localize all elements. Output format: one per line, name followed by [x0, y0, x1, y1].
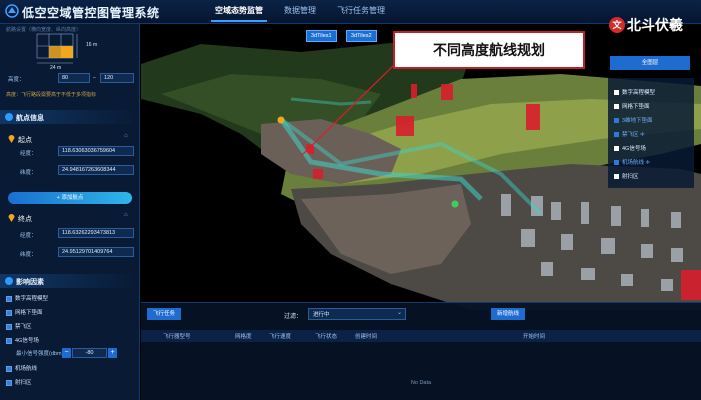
- factor-scan-checkbox[interactable]: 射扫区: [6, 378, 32, 386]
- start-lat-input[interactable]: 24.948167263608344: [58, 165, 134, 175]
- col-created: 创建时间: [355, 334, 378, 340]
- checkbox-icon: [614, 174, 619, 180]
- checkbox-icon: [614, 104, 619, 110]
- delete-start-icon[interactable]: ⌂: [124, 133, 128, 139]
- factor-section-header: 影响因素: [0, 274, 139, 288]
- end-point-label: 终点: [18, 216, 32, 223]
- checkbox-icon: [614, 160, 619, 166]
- checkbox-icon: [614, 132, 619, 138]
- checkbox-icon: [6, 309, 12, 316]
- checkbox-icon: [6, 323, 12, 330]
- signal-increment-button[interactable]: +: [108, 348, 117, 358]
- tab-flight-task-management[interactable]: 飞行任务管理: [337, 5, 385, 16]
- chevron-down-icon: ⌄: [396, 310, 402, 316]
- factor-dem-checkbox[interactable]: 数字高程模型: [6, 294, 48, 302]
- plus-icon[interactable]: ✛: [640, 132, 645, 138]
- start-point-label: 起点: [18, 137, 32, 144]
- signal-label: 最小信号强度(dbm)：: [16, 351, 69, 357]
- checkbox-icon: [614, 90, 619, 96]
- end-lat-label: 纬度：: [20, 252, 37, 258]
- top-bar: 低空空域管控图管理系统 空域态势监管 数据管理 飞行任务管理: [0, 0, 701, 24]
- view-3dtiles1-button[interactable]: 3dTiles1: [306, 30, 337, 42]
- altitude-min-input[interactable]: 80: [58, 73, 90, 83]
- altitude-warning: 高度：飞行路段需要高于不低于多项指标: [6, 92, 97, 98]
- factor-airport-checkbox[interactable]: 机场航线: [6, 364, 37, 372]
- factor-icon: [5, 277, 13, 285]
- col-status: 飞行状态: [315, 334, 338, 340]
- grid-diagram: [36, 33, 78, 64]
- add-waypoint-button[interactable]: + 添加航点: [8, 192, 132, 204]
- range-dash: –: [93, 75, 96, 81]
- tab-data-management[interactable]: 数据管理: [284, 5, 316, 16]
- layer-dem[interactable]: 数字高程模型: [614, 88, 655, 96]
- add-route-button[interactable]: 新增航线: [491, 308, 526, 320]
- waypoint-section-header: 航点信息: [0, 110, 139, 124]
- layer-airport[interactable]: 机场航线 ✛: [614, 158, 650, 166]
- app-logo-icon: [5, 4, 19, 18]
- checkbox-icon: [6, 379, 12, 386]
- col-start-time: 开始时间: [523, 334, 546, 340]
- col-grid: 网格度: [235, 334, 252, 340]
- left-panel: 航路设置（横向宽度、纵向高度） 16 m 24 m 高度： 80 – 120 高…: [0, 24, 140, 400]
- grid-width-label: 24 m: [50, 65, 62, 71]
- layer-grid[interactable]: 网格下垫面: [614, 102, 650, 110]
- factor-grid-checkbox[interactable]: 网格下垫面: [6, 308, 43, 316]
- waypoint-section-title: 航点信息: [16, 115, 44, 122]
- route-planning-annotation: 不同高度航线规划: [393, 31, 585, 69]
- layer-4g[interactable]: 4G信号场: [614, 144, 646, 152]
- end-lng-label: 经度：: [20, 233, 37, 239]
- delete-end-icon[interactable]: ⌂: [124, 212, 128, 218]
- col-aircraft-model: 飞行器型号: [163, 334, 191, 340]
- checkbox-icon: [614, 146, 619, 152]
- factor-section-title: 影响因素: [16, 279, 44, 286]
- start-pin-icon: [8, 135, 15, 143]
- status-filter-select[interactable]: 进行中 ⌄: [308, 308, 406, 320]
- start-lng-label: 经度：: [20, 151, 37, 157]
- col-speed: 飞行速度: [269, 334, 292, 340]
- factor-nofly-checkbox[interactable]: 禁飞区: [6, 322, 32, 330]
- checkbox-icon: [614, 118, 619, 124]
- signal-input[interactable]: -80: [72, 348, 107, 358]
- table-header: 飞行器型号 网格度 飞行速度 飞行状态 创建时间 开始时间: [141, 330, 701, 342]
- watermark-badge-icon: 文: [609, 17, 625, 33]
- end-pin-icon: [8, 214, 15, 222]
- layer-nofly[interactable]: 禁飞区 ✛: [614, 130, 645, 138]
- flight-task-panel: 飞行任务 过滤： 进行中 ⌄ 新增航线 飞行器型号 网格度 飞行速度 飞行状态 …: [141, 302, 701, 400]
- empty-state: No Data: [410, 380, 432, 386]
- all-layers-button[interactable]: 全图层: [610, 56, 690, 70]
- checkbox-icon: [6, 337, 12, 344]
- filter-label: 过滤：: [284, 314, 303, 320]
- signal-decrement-button[interactable]: −: [62, 348, 71, 358]
- altitude-max-input[interactable]: 120: [100, 73, 134, 83]
- tab-airspace-monitoring[interactable]: 空域态势监管: [211, 5, 267, 22]
- altitude-label: 高度：: [8, 77, 25, 83]
- end-lng-input[interactable]: 118.63262293473813: [58, 228, 134, 238]
- factor-4g-checkbox[interactable]: 4G信号场: [6, 336, 39, 344]
- checkbox-icon: [6, 365, 12, 372]
- watermark-text: 北斗伏羲: [627, 17, 683, 33]
- plus-icon[interactable]: ✛: [646, 160, 651, 166]
- checkbox-icon: [6, 295, 12, 302]
- start-lat-label: 纬度：: [20, 170, 37, 176]
- app-title: 低空空域管控图管理系统: [22, 6, 160, 20]
- layer-scan[interactable]: 射扫区: [614, 172, 639, 180]
- start-lng-input[interactable]: 118.63063036759604: [58, 146, 134, 156]
- flight-task-button[interactable]: 飞行任务: [147, 308, 182, 320]
- waypoint-icon: [5, 113, 13, 121]
- view-3dtiles2-button[interactable]: 3dTiles2: [346, 30, 377, 42]
- layer-3d-surface[interactable]: 3维地下垫面: [614, 116, 653, 124]
- layer-panel: 数字高程模型 网格下垫面 3维地下垫面 禁飞区 ✛ 4G信号场 机场航线 ✛ 射…: [608, 78, 694, 188]
- grid-height-label: 16 m: [86, 42, 98, 48]
- end-lat-input[interactable]: 24.95129701409764: [58, 247, 134, 257]
